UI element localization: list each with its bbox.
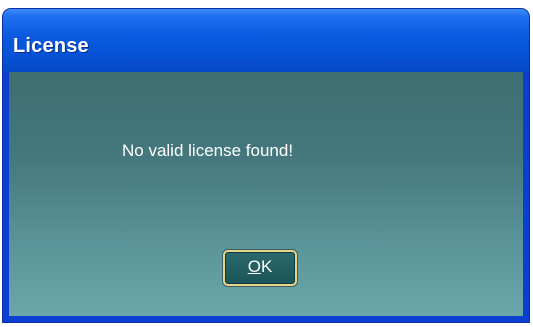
- ok-label-rest: K: [260, 257, 273, 276]
- ok-button[interactable]: OK: [223, 250, 297, 286]
- title-bar[interactable]: License: [3, 9, 529, 72]
- error-message: No valid license found!: [122, 141, 294, 160]
- license-dialog: License No valid license found! OK: [3, 9, 529, 322]
- window-title: License: [13, 35, 89, 57]
- dialog-body: No valid license found! OK: [9, 72, 523, 316]
- ok-accelerator-key: O: [247, 257, 261, 276]
